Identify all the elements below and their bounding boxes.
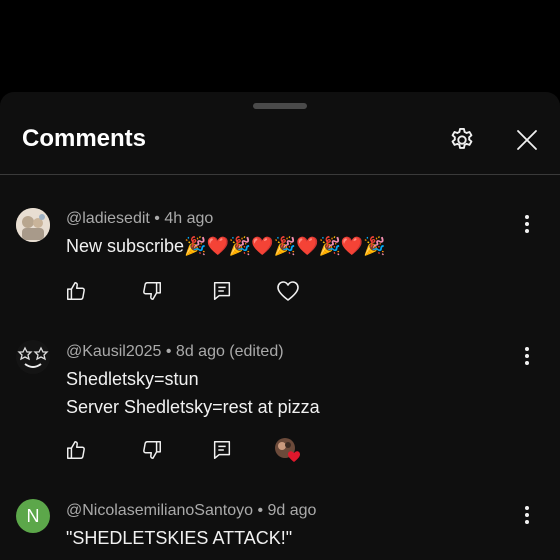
comment-time: 9d ago (267, 502, 317, 519)
reply-button[interactable] (202, 430, 242, 470)
avatar-image (16, 208, 50, 242)
comment-actions (56, 271, 356, 311)
reply-button[interactable] (202, 271, 242, 311)
like-icon (67, 282, 85, 300)
comments-title: Comments (22, 125, 147, 152)
more-vert-icon (525, 215, 529, 233)
like-button[interactable] (56, 430, 96, 470)
comment-text: "SHEDLETSKIES ATTACK!" (66, 528, 293, 548)
dislike-icon (143, 441, 161, 459)
more-vert-icon (525, 506, 529, 524)
comment-meta: @ladiesedit • 4h ago (66, 210, 214, 227)
avatar-letter: N (26, 505, 40, 526)
like-button[interactable] (56, 271, 96, 311)
close-button[interactable] (512, 125, 542, 155)
avatar[interactable] (16, 340, 50, 374)
dislike-button[interactable] (132, 430, 172, 470)
comment-time: 8d ago (edited) (175, 343, 284, 360)
more-options-button[interactable] (516, 501, 538, 529)
avatar-image (16, 340, 50, 374)
close-icon (517, 130, 537, 150)
comment-author[interactable]: @ladiesedit (66, 210, 150, 227)
more-vert-icon (525, 347, 529, 365)
reply-icon (213, 441, 231, 459)
more-options-button[interactable] (516, 210, 538, 238)
gear-icon (451, 127, 473, 149)
avatar[interactable] (16, 208, 50, 242)
heart-button[interactable] (268, 271, 308, 311)
comment-text: Server Shedletsky=rest at pizza (66, 397, 320, 417)
header-divider (0, 174, 560, 175)
creator-heart-button[interactable] (268, 430, 308, 470)
comment-author[interactable]: @NicolasemilianoSantoyo (66, 502, 253, 519)
settings-button[interactable] (447, 125, 477, 155)
reply-icon (213, 282, 231, 300)
comment-actions (56, 430, 356, 470)
comments-sheet: Comments @ladiesedit • 4h ago New subscr… (0, 92, 560, 560)
avatar[interactable]: N (16, 499, 50, 533)
comment-author[interactable]: @Kausil2025 (66, 343, 161, 360)
heart-icon (277, 281, 299, 301)
more-options-button[interactable] (516, 342, 538, 370)
like-icon (67, 441, 85, 459)
comment-text: Shedletsky=stun (66, 369, 199, 389)
comments-header: Comments (0, 92, 560, 175)
comment-meta: @Kausil2025 • 8d ago (edited) (66, 343, 284, 360)
dislike-button[interactable] (132, 271, 172, 311)
creator-heart-icon (275, 438, 300, 462)
comment-meta: @NicolasemilianoSantoyo • 9d ago (66, 502, 317, 519)
comment-text: New subscribe🎉❤️🎉❤️🎉❤️🎉❤️🎉 (66, 236, 386, 256)
comment-time: 4h ago (164, 210, 214, 227)
dislike-icon (143, 282, 161, 300)
